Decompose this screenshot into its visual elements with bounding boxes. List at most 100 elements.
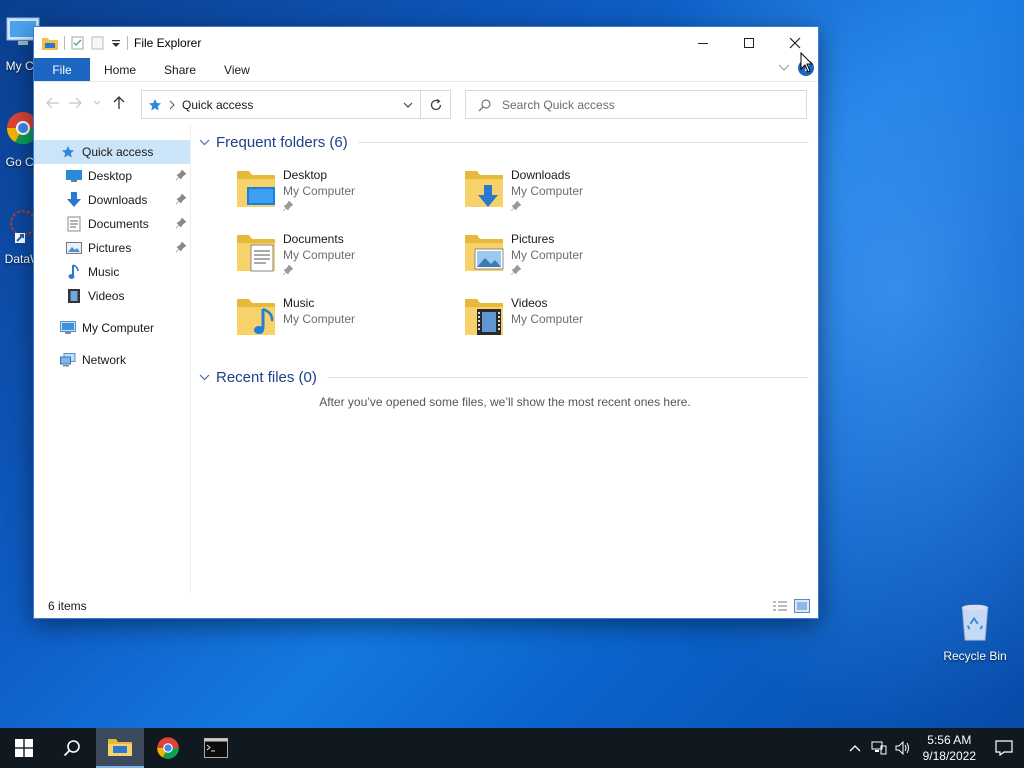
up-button[interactable] [108, 91, 130, 115]
back-button[interactable] [42, 91, 64, 115]
nav-item-desktop[interactable]: Desktop [34, 164, 190, 188]
search-input[interactable] [502, 97, 782, 112]
folder-tile-desktop[interactable]: Desktop My Computer [235, 167, 455, 223]
videos-folder-icon [465, 299, 503, 335]
recent-files-header[interactable]: Recent files (0) [199, 369, 809, 386]
folder-name: Documents [283, 232, 344, 246]
forward-button[interactable] [64, 91, 86, 115]
folder-tile-downloads[interactable]: Downloads My Computer [463, 167, 683, 223]
documents-folder-icon [237, 235, 275, 272]
ribbon-tabs: File Home Share View ? [34, 58, 818, 82]
pin-icon[interactable] [176, 194, 186, 204]
pin-icon [510, 264, 522, 276]
nav-item-label: My Computer [82, 321, 155, 335]
taskbar: 5:56 AM 9/18/2022 [0, 728, 1024, 768]
group-title: Recent files (0) [216, 369, 317, 386]
details-view-icon[interactable] [772, 599, 788, 613]
downloads-folder-icon [465, 171, 503, 207]
nav-item-label: Documents [88, 217, 149, 231]
folder-tile-pictures[interactable]: Pictures My Computer [463, 231, 683, 287]
chevron-down-icon [199, 137, 210, 149]
title-bar[interactable]: File Explorer [34, 27, 818, 58]
start-button[interactable] [0, 728, 48, 768]
pin-icon[interactable] [176, 242, 186, 252]
taskbar-command-prompt[interactable] [192, 728, 240, 768]
nav-item-music[interactable]: Music [34, 260, 190, 284]
divider [326, 377, 809, 378]
clock[interactable]: 5:56 AM 9/18/2022 [915, 732, 984, 764]
action-center-button[interactable] [984, 728, 1024, 768]
taskbar-chrome[interactable] [144, 728, 192, 768]
refresh-button[interactable] [421, 90, 451, 119]
pin-icon [282, 264, 294, 276]
search-box[interactable] [465, 90, 807, 119]
tab-file[interactable]: File [34, 58, 90, 81]
mouse-cursor-icon [800, 52, 814, 73]
close-icon [789, 37, 801, 48]
tab-home[interactable]: Home [90, 58, 150, 81]
pictures-folder-icon [66, 240, 82, 256]
nav-item-pictures[interactable]: Pictures [34, 236, 190, 260]
minimize-button[interactable] [680, 27, 726, 58]
large-icons-view-icon[interactable] [794, 599, 810, 613]
volume-button[interactable] [891, 728, 915, 768]
nav-item-label: Pictures [88, 241, 132, 255]
navigation-pane: Quick access Desktop Downloads Documents… [34, 124, 191, 594]
address-text: Quick access [182, 97, 254, 112]
tab-share[interactable]: Share [150, 58, 210, 81]
group-title: Frequent folders (6) [216, 134, 348, 151]
music-folder-icon [66, 264, 82, 280]
folder-location: My Computer [511, 312, 584, 326]
new-folder-icon[interactable] [91, 36, 105, 50]
nav-item-videos[interactable]: Videos [34, 284, 190, 308]
nav-item-quick-access[interactable]: Quick access [34, 140, 190, 164]
pin-icon[interactable] [176, 218, 186, 228]
file-explorer-icon [108, 739, 132, 756]
computer-icon [60, 320, 76, 336]
network-icon [871, 741, 887, 755]
command-prompt-icon [204, 738, 228, 758]
nav-item-network[interactable]: Network [34, 348, 190, 372]
pin-icon[interactable] [176, 170, 186, 180]
frequent-folders-header[interactable]: Frequent folders (6) [199, 134, 809, 151]
network-status-button[interactable] [867, 728, 891, 768]
folder-tile-videos[interactable]: Videos My Computer [463, 295, 683, 351]
nav-item-downloads[interactable]: Downloads [34, 188, 190, 212]
tile-text: Videos My Computer [511, 295, 583, 351]
folder-tile-music[interactable]: Music My Computer [235, 295, 455, 351]
folder-name: Videos [511, 296, 548, 310]
address-bar[interactable]: Quick access [141, 90, 421, 119]
nav-item-label: Music [88, 265, 120, 279]
nav-item-my-computer[interactable]: My Computer [34, 316, 190, 340]
content-pane: Frequent folders (6) Desktop My Computer [191, 124, 818, 594]
nav-item-label: Desktop [88, 169, 133, 183]
folder-location: My Computer [283, 184, 356, 198]
pin-icon [282, 200, 294, 212]
taskbar-file-explorer[interactable] [96, 728, 144, 768]
folder-location: My Computer [511, 184, 584, 198]
recent-locations-icon [93, 100, 101, 105]
folder-tile-documents[interactable]: Documents My Computer [235, 231, 455, 287]
chevron-down-icon [403, 102, 413, 108]
address-dropdown-button[interactable] [396, 91, 420, 118]
window-controls [680, 27, 818, 58]
folder-name: Downloads [511, 168, 571, 182]
maximize-button[interactable] [726, 27, 772, 58]
expand-ribbon-icon[interactable] [778, 64, 790, 72]
recent-locations-button[interactable] [86, 91, 108, 115]
nav-item-documents[interactable]: Documents [34, 212, 190, 236]
desktop-icon-recycle-bin[interactable]: Recycle Bin [940, 602, 1010, 663]
properties-icon[interactable] [71, 36, 85, 50]
folder-location: My Computer [511, 248, 584, 262]
breadcrumb-chevron-icon [169, 100, 175, 109]
show-hidden-icons-button[interactable] [843, 728, 867, 768]
refresh-icon [430, 98, 441, 110]
search-button[interactable] [48, 728, 96, 768]
forward-arrow-icon [69, 97, 82, 109]
customize-toolbar-icon[interactable] [111, 36, 121, 50]
clock-time: 5:56 AM [927, 733, 972, 747]
desktop-folder-icon [66, 168, 82, 184]
tab-view[interactable]: View [210, 58, 264, 81]
maximize-icon [744, 37, 754, 48]
